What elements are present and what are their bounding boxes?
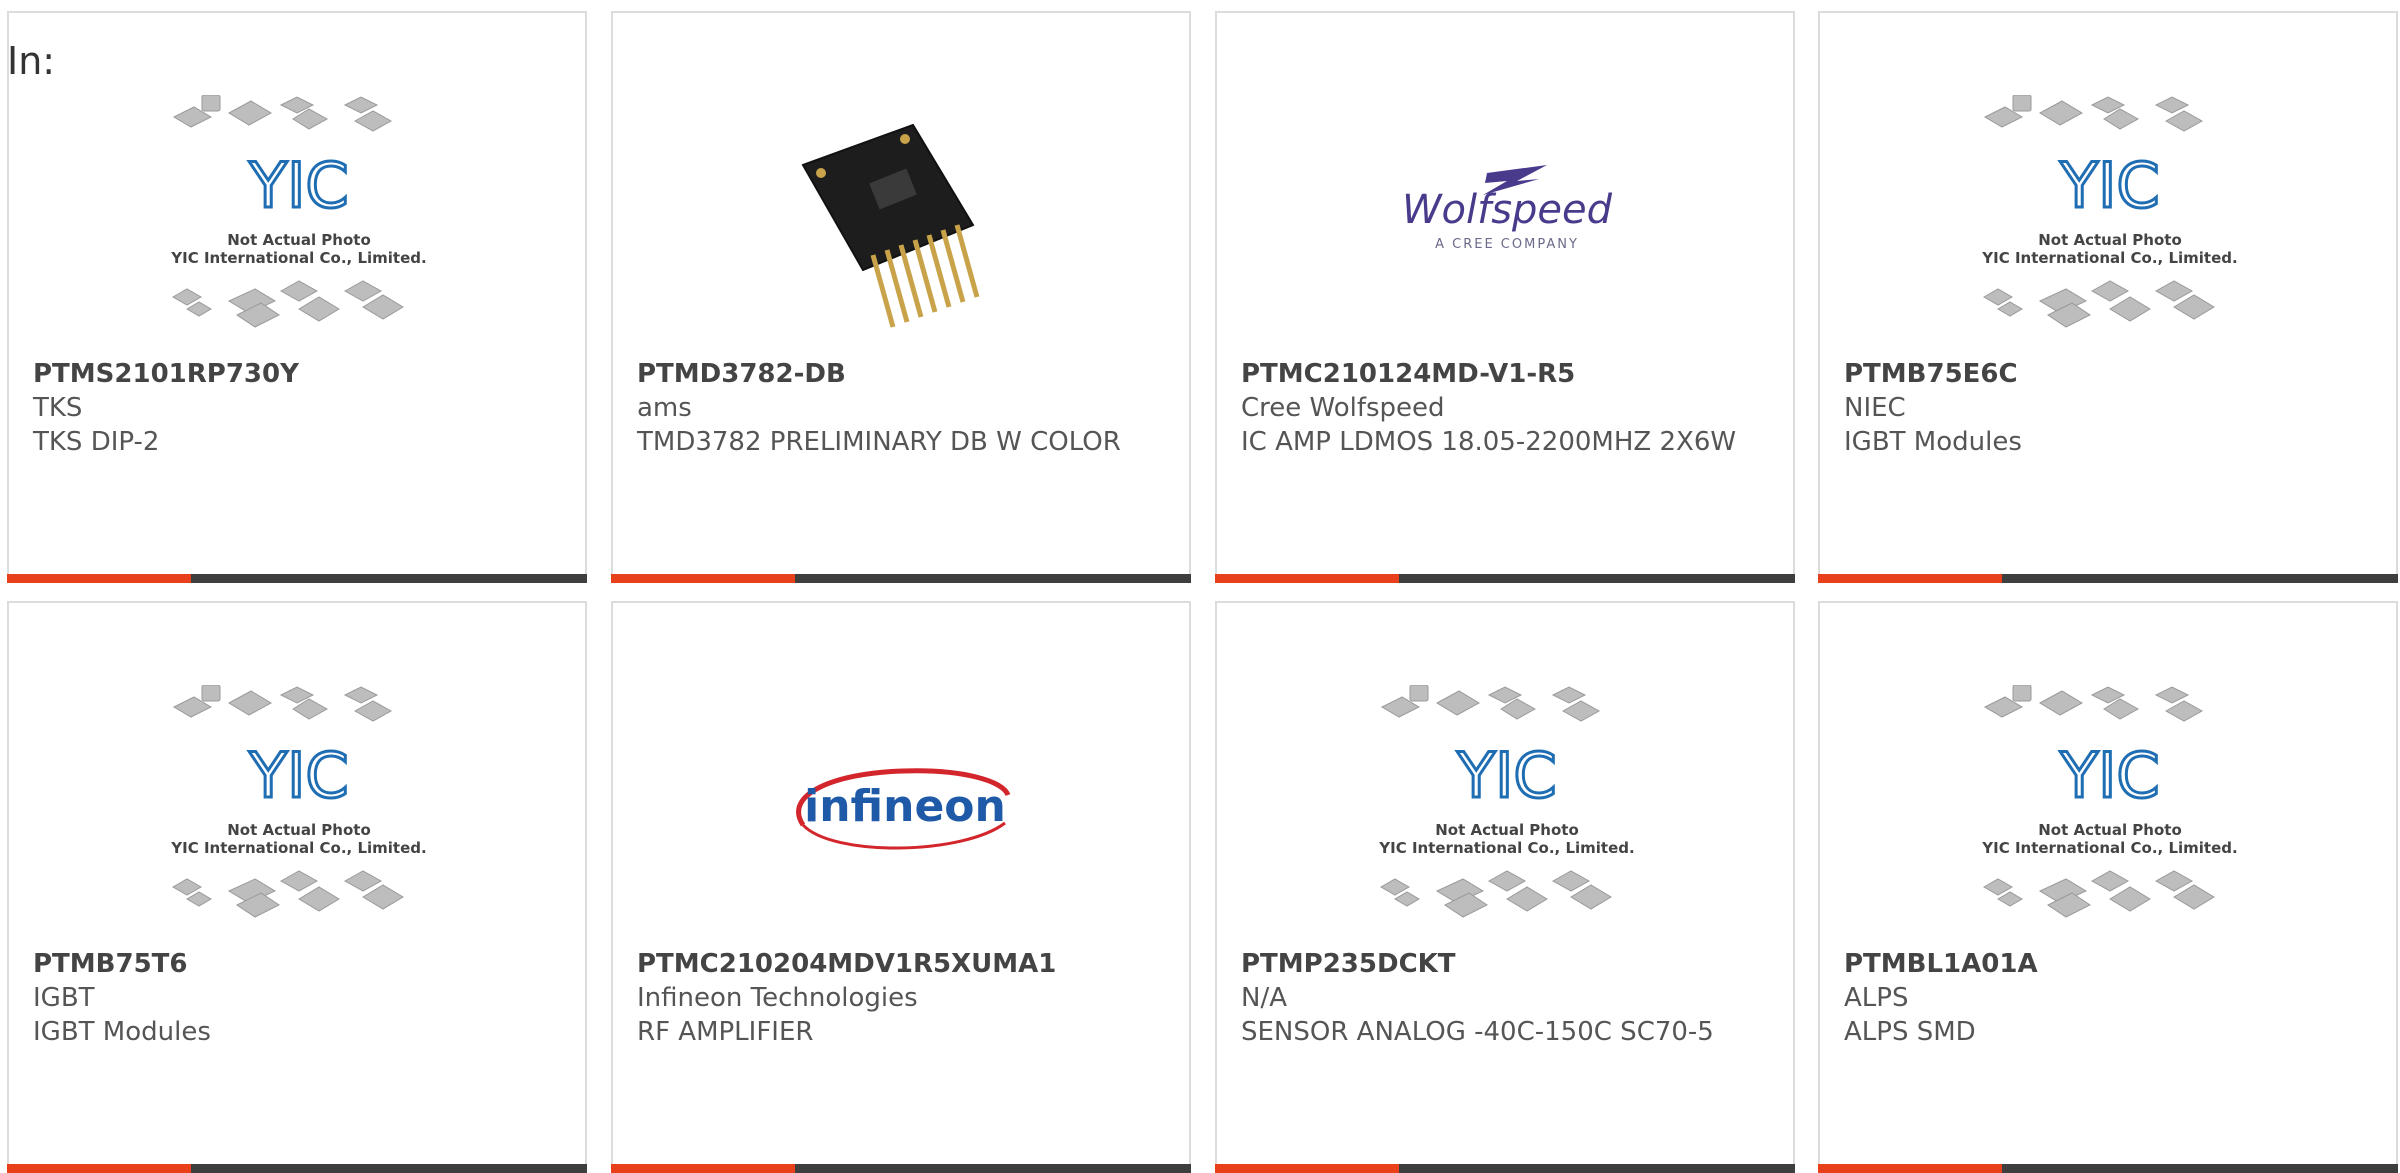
product-info: PTMC210124MD-V1-R5 Cree Wolfspeed IC AMP… (1241, 357, 1773, 459)
svg-text:Not Actual Photo: Not Actual Photo (227, 231, 371, 249)
product-info: PTMB75T6 IGBT IGBT Modules (33, 947, 565, 1049)
card-bottom-bar (7, 1164, 587, 1173)
description: IC AMP LDMOS 18.05-2200MHZ 2X6W (1241, 427, 1737, 457)
svg-text:YIC: YIC (248, 739, 348, 812)
placeholder-icon: YIC Not Actual Photo YIC International C… (1378, 685, 1635, 918)
svg-text:Not Actual Photo: Not Actual Photo (227, 821, 371, 839)
manufacturer: NIEC (1844, 393, 1906, 423)
placeholder-image: YIC Not Actual Photo YIC International C… (1970, 95, 2250, 345)
part-number[interactable]: PTMP235DCKT (1241, 947, 1773, 981)
svg-text:YIC International Co., Limited: YIC International Co., Limited. (1378, 839, 1634, 857)
card-bottom-bar (1215, 1164, 1795, 1173)
svg-text:Not Actual Photo: Not Actual Photo (2038, 821, 2182, 839)
product-info: PTMC210204MDV1R5XUMA1 Infineon Technolog… (637, 947, 1169, 1049)
description: ALPS SMD (1844, 1017, 1976, 1047)
product-image (763, 95, 1043, 345)
product-card[interactable]: Wolfspeed A CREE COMPANY PTMC210124MD-V1… (1215, 11, 1795, 583)
product-card[interactable]: YIC Not Actual Photo YIC International C… (1215, 601, 1795, 1173)
manufacturer: N/A (1241, 983, 1287, 1013)
svg-text:YIC International Co., Limited: YIC International Co., Limited. (170, 249, 426, 267)
manufacturer: ALPS (1844, 983, 1909, 1013)
card-bottom-bar (7, 574, 587, 583)
part-number[interactable]: PTMBL1A01A (1844, 947, 2376, 981)
svg-text:YIC International Co., Limited: YIC International Co., Limited. (1981, 249, 2237, 267)
pcb-board-icon (801, 123, 980, 328)
product-card[interactable]: YIC Not Actual Photo YIC International C… (1818, 601, 2398, 1173)
description: TMD3782 PRELIMINARY DB W COLOR (637, 427, 1121, 457)
svg-text:YIC: YIC (1456, 739, 1556, 812)
part-number[interactable]: PTMB75T6 (33, 947, 565, 981)
description: SENSOR ANALOG -40C-150C SC70-5 (1241, 1017, 1714, 1047)
part-number[interactable]: PTMS2101RP730Y (33, 357, 565, 391)
part-number[interactable]: PTMC210124MD-V1-R5 (1241, 357, 1773, 391)
product-info: PTMD3782-DB ams TMD3782 PRELIMINARY DB W… (637, 357, 1169, 459)
manufacturer: ams (637, 393, 692, 423)
placeholder-icon: YIC Not Actual Photo YIC International C… (170, 685, 427, 918)
product-card[interactable]: infineon PTMC210204MDV1R5XUMA1 Infineon … (611, 601, 1191, 1173)
part-number[interactable]: PTMD3782-DB (637, 357, 1169, 391)
filter-label: In: (7, 39, 56, 83)
placeholder-image: YIC Not Actual Photo YIC International C… (1970, 685, 2250, 935)
part-number[interactable]: PTMC210204MDV1R5XUMA1 (637, 947, 1169, 981)
product-info: PTMB75E6C NIEC IGBT Modules (1844, 357, 2376, 459)
part-number[interactable]: PTMB75E6C (1844, 357, 2376, 391)
svg-text:A CREE COMPANY: A CREE COMPANY (1435, 237, 1579, 252)
product-card[interactable]: PTMD3782-DB ams TMD3782 PRELIMINARY DB W… (611, 11, 1191, 583)
card-bottom-bar (611, 1164, 1191, 1173)
product-info: PTMS2101RP730Y TKS TKS DIP-2 (33, 357, 565, 459)
svg-text:YIC: YIC (2059, 739, 2159, 812)
manufacturer: TKS (33, 393, 83, 423)
placeholder-icon: YIC Not Actual Photo YIC International C… (170, 95, 427, 328)
card-bottom-bar (1818, 574, 2398, 583)
description: TKS DIP-2 (33, 427, 160, 457)
placeholder-image: YIC Not Actual Photo YIC International C… (1367, 685, 1647, 935)
description: IGBT Modules (1844, 427, 2022, 457)
wolfspeed-logo: Wolfspeed A CREE COMPANY (1402, 165, 1613, 252)
placeholder-image: YIC Not Actual Photo YIC International C… (159, 685, 439, 935)
placeholder-image: YIC Not Actual Photo YIC International C… (159, 95, 439, 345)
svg-text:infineon: infineon (804, 781, 1006, 832)
svg-text:Not Actual Photo: Not Actual Photo (2038, 231, 2182, 249)
placeholder-icon: YIC Not Actual Photo YIC International C… (1981, 685, 2238, 918)
svg-text:Not Actual Photo: Not Actual Photo (1435, 821, 1579, 839)
placeholder-icon: YIC Not Actual Photo YIC International C… (1981, 95, 2238, 328)
manufacturer: IGBT (33, 983, 95, 1013)
svg-text:YIC International Co., Limited: YIC International Co., Limited. (1981, 839, 2237, 857)
manufacturer: Cree Wolfspeed (1241, 393, 1445, 423)
product-card[interactable]: YIC Not Actual Photo YIC International C… (7, 11, 587, 583)
card-bottom-bar (1818, 1164, 2398, 1173)
description: IGBT Modules (33, 1017, 211, 1047)
product-info: PTMP235DCKT N/A SENSOR ANALOG -40C-150C … (1241, 947, 1773, 1049)
manufacturer-logo: infineon (763, 685, 1043, 935)
infineon-logo: infineon (796, 768, 1011, 850)
svg-text:YIC: YIC (248, 149, 348, 222)
card-bottom-bar (611, 574, 1191, 583)
product-card[interactable]: YIC Not Actual Photo YIC International C… (7, 601, 587, 1173)
svg-text:YIC International Co., Limited: YIC International Co., Limited. (170, 839, 426, 857)
description: RF AMPLIFIER (637, 1017, 814, 1047)
card-bottom-bar (1215, 574, 1795, 583)
svg-text:Wolfspeed: Wolfspeed (1402, 187, 1613, 233)
svg-text:YIC: YIC (2059, 149, 2159, 222)
product-grid: YIC Not Actual Photo YIC International C… (0, 0, 2400, 1173)
product-info: PTMBL1A01A ALPS ALPS SMD (1844, 947, 2376, 1049)
product-card[interactable]: YIC Not Actual Photo YIC International C… (1818, 11, 2398, 583)
manufacturer: Infineon Technologies (637, 983, 918, 1013)
manufacturer-logo: Wolfspeed A CREE COMPANY (1367, 95, 1647, 345)
